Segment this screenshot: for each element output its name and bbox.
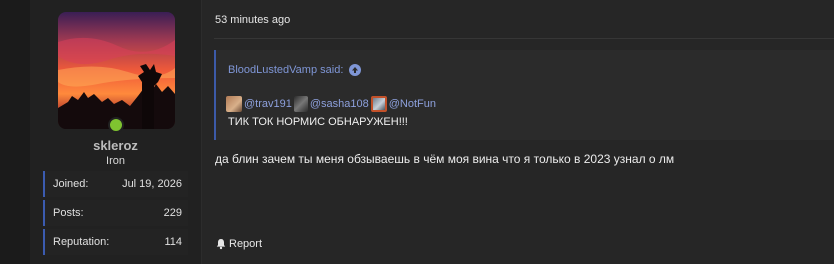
stat-value: Jul 19, 2026	[122, 178, 182, 190]
stat-label: Joined:	[53, 178, 89, 190]
forum-post: skleroz Iron Joined: Jul 19, 2026 Posts:…	[0, 0, 834, 264]
arrow-up-circle-icon[interactable]	[349, 64, 362, 76]
report-button[interactable]: Report	[215, 238, 262, 250]
quote-header[interactable]: BloodLustedVamp said:	[228, 64, 362, 76]
post-timestamp[interactable]: 53 minutes ago	[215, 14, 290, 26]
username[interactable]: skleroz	[30, 138, 201, 153]
stat-reputation: Reputation: 114	[43, 229, 188, 255]
quote-block: BloodLustedVamp said: @trav191 @sasha108…	[214, 50, 834, 140]
stat-value: 229	[163, 207, 182, 219]
quote-mentions: @trav191 @sasha108 @NotFun	[226, 96, 436, 112]
mention-link[interactable]: @trav191	[244, 98, 292, 110]
mention-avatar	[293, 96, 308, 112]
mention-avatar	[370, 96, 387, 112]
page-gutter	[0, 0, 30, 264]
avatar[interactable]	[58, 12, 175, 129]
quote-author[interactable]: BloodLustedVamp said:	[228, 64, 343, 76]
stat-posts: Posts: 229	[43, 200, 188, 226]
stat-joined: Joined: Jul 19, 2026	[43, 171, 188, 197]
avatar-image	[58, 12, 175, 129]
stat-label: Reputation:	[53, 236, 110, 248]
user-rank: Iron	[106, 155, 125, 167]
online-status-indicator	[108, 117, 124, 133]
mention-link[interactable]: @sasha108	[310, 98, 369, 110]
report-label: Report	[229, 238, 263, 250]
bell-icon	[216, 239, 226, 250]
header-divider	[214, 38, 834, 39]
mention-link[interactable]: @NotFun	[389, 98, 436, 110]
post-body: да блин зачем ты меня обзываешь в чём мо…	[215, 152, 675, 166]
mention-avatar	[226, 96, 242, 112]
stat-value: 114	[164, 236, 182, 248]
stat-label: Posts:	[53, 207, 84, 219]
quote-text: ТИК ТОК НОРМИС ОБНАРУЖЕН!!!	[228, 116, 408, 128]
